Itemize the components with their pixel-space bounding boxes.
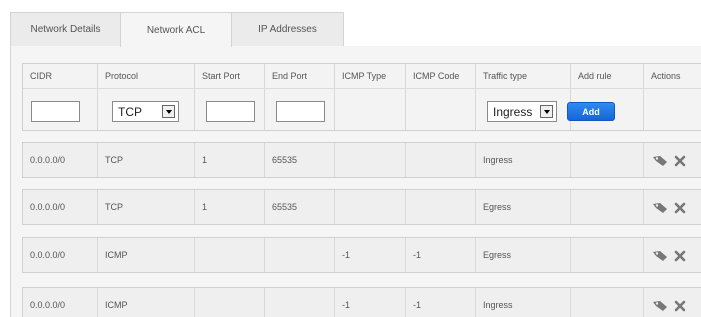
traffic-type-cell: Egress xyxy=(475,238,570,272)
acl-panel: CIDR Protocol Start Port End Port ICMP T… xyxy=(10,46,701,317)
close-icon[interactable] xyxy=(674,155,686,167)
start-port-cell: 1 xyxy=(194,190,264,224)
cidr-cell: 0.0.0.0/0 xyxy=(30,250,66,260)
protocol-select[interactable]: TCP xyxy=(112,101,179,122)
actions-cell xyxy=(643,288,701,317)
network-acl-page: Network Details Network ACL IP Addresses… xyxy=(0,0,701,317)
header-cidr: CIDR xyxy=(30,71,52,81)
icmp-type-cell: -1 xyxy=(334,238,405,272)
acl-table-header: CIDR Protocol Start Port End Port ICMP T… xyxy=(22,63,701,131)
traffic-type-select-value: Ingress xyxy=(493,104,533,119)
header-icmp-type: ICMP Type xyxy=(342,71,387,81)
protocol-cell: TCP xyxy=(97,143,194,177)
icmp-type-cell xyxy=(334,190,405,224)
start-port-cell xyxy=(194,288,264,317)
table-row: 0.0.0.0/0 ICMP -1 -1 Egress xyxy=(22,237,701,273)
cidr-cell: 0.0.0.0/0 xyxy=(30,202,66,212)
close-icon[interactable] xyxy=(674,300,686,312)
cidr-cell: 0.0.0.0/0 xyxy=(30,300,66,310)
end-port-cell: 65535 xyxy=(264,143,334,177)
icmp-code-cell xyxy=(405,143,475,177)
end-port-cell: 65535 xyxy=(264,190,334,224)
table-row: 0.0.0.0/0 ICMP -1 -1 Ingress xyxy=(22,287,701,317)
tab-network-acl[interactable]: Network ACL xyxy=(120,12,232,47)
tag-icon[interactable] xyxy=(652,250,668,262)
protocol-cell: ICMP xyxy=(97,288,194,317)
start-port-cell xyxy=(194,238,264,272)
add-rule-cell xyxy=(570,143,643,177)
header-start-port: Start Port xyxy=(202,71,241,81)
traffic-type-cell: Ingress xyxy=(475,288,570,317)
traffic-type-select[interactable]: Ingress xyxy=(487,101,557,122)
traffic-type-cell: Ingress xyxy=(475,143,570,177)
tab-network-details[interactable]: Network Details xyxy=(10,12,121,46)
protocol-cell: TCP xyxy=(97,190,194,224)
end-port-cell xyxy=(264,238,334,272)
header-icmp-code: ICMP Code xyxy=(413,71,460,81)
start-port-input[interactable] xyxy=(206,101,255,122)
actions-cell xyxy=(643,190,701,224)
close-icon[interactable] xyxy=(674,202,686,214)
icmp-type-cell xyxy=(334,143,405,177)
add-rule-cell xyxy=(570,288,643,317)
tab-ip-addresses[interactable]: IP Addresses xyxy=(231,12,344,46)
protocol-cell: ICMP xyxy=(97,238,194,272)
icmp-code-cell: -1 xyxy=(405,238,475,272)
icmp-code-cell: -1 xyxy=(405,288,475,317)
header-actions: Actions xyxy=(651,71,681,81)
tab-bar: Network Details Network ACL IP Addresses xyxy=(0,0,701,47)
actions-cell xyxy=(643,143,701,177)
tag-icon[interactable] xyxy=(652,300,668,312)
header-end-port: End Port xyxy=(272,71,308,81)
table-row: 0.0.0.0/0 TCP 1 65535 Ingress xyxy=(22,142,701,178)
add-rule-button[interactable]: Add xyxy=(567,102,615,121)
actions-cell xyxy=(643,238,701,272)
tag-icon[interactable] xyxy=(652,202,668,214)
table-row: 0.0.0.0/0 TCP 1 65535 Egress xyxy=(22,189,701,225)
start-port-cell: 1 xyxy=(194,143,264,177)
cidr-input[interactable] xyxy=(31,101,80,122)
add-rule-cell xyxy=(570,190,643,224)
header-add-rule: Add rule xyxy=(578,71,612,81)
end-port-input[interactable] xyxy=(276,101,325,122)
header-traffic-type: Traffic type xyxy=(483,71,528,81)
close-icon[interactable] xyxy=(674,250,686,262)
protocol-select-value: TCP xyxy=(118,104,142,119)
chevron-down-icon xyxy=(162,105,175,118)
cidr-cell: 0.0.0.0/0 xyxy=(30,155,66,165)
chevron-down-icon xyxy=(540,105,553,118)
traffic-type-cell: Egress xyxy=(475,190,570,224)
add-rule-cell xyxy=(570,238,643,272)
end-port-cell xyxy=(264,288,334,317)
header-protocol: Protocol xyxy=(105,71,139,81)
tag-icon[interactable] xyxy=(652,155,668,167)
icmp-type-cell: -1 xyxy=(334,288,405,317)
icmp-code-cell xyxy=(405,190,475,224)
